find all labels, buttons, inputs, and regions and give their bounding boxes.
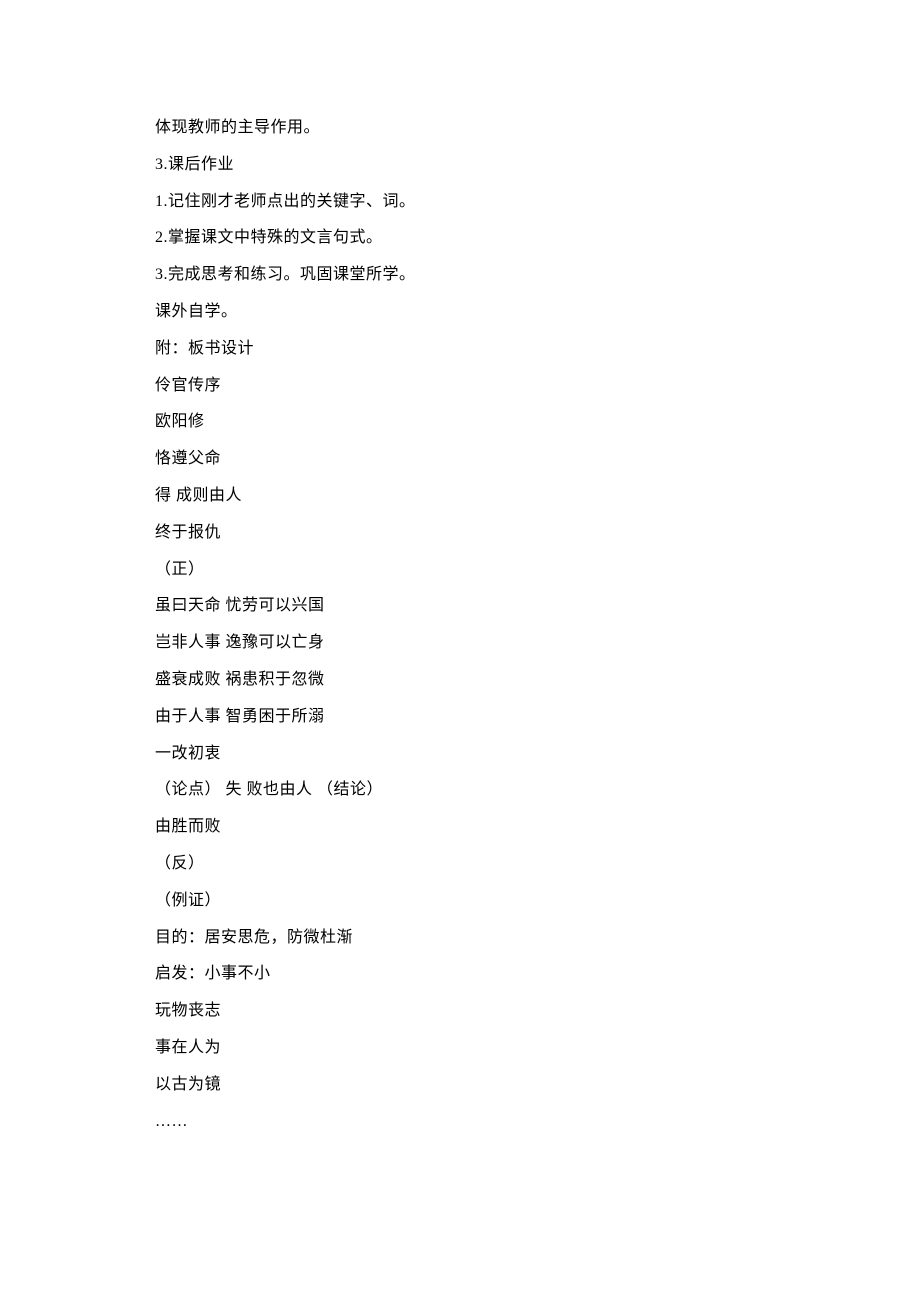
body-text: 目的：居安思危，防微杜渐 <box>155 920 775 957</box>
body-text: 岂非人事 逸豫可以亡身 <box>155 625 775 662</box>
body-text: （正） <box>155 552 775 589</box>
body-text: （反） <box>155 846 775 883</box>
body-text: 3.完成思考和练习。巩固课堂所学。 <box>155 257 775 294</box>
body-text: 欧阳修 <box>155 404 775 441</box>
body-text: 2.掌握课文中特殊的文言句式。 <box>155 220 775 257</box>
body-text: 终于报仇 <box>155 515 775 552</box>
body-text: 3.课后作业 <box>155 147 775 184</box>
body-text: 事在人为 <box>155 1030 775 1067</box>
body-text: 启发：小事不小 <box>155 956 775 993</box>
body-text: 1.记住刚才老师点出的关键字、词。 <box>155 184 775 221</box>
body-text: 课外自学。 <box>155 294 775 331</box>
body-text: 以古为镜 <box>155 1067 775 1104</box>
body-text: （例证） <box>155 883 775 920</box>
document-page: 体现教师的主导作用。 3.课后作业 1.记住刚才老师点出的关键字、词。 2.掌握… <box>0 0 775 1200</box>
body-text: 得 成则由人 <box>155 478 775 515</box>
body-text: 恪遵父命 <box>155 441 775 478</box>
body-text: 盛衰成败 祸患积于忽微 <box>155 662 775 699</box>
body-text: 伶官传序 <box>155 368 775 405</box>
body-text: 由胜而败 <box>155 809 775 846</box>
body-text: （论点） 失 败也由人 （结论） <box>155 772 775 809</box>
body-text: …… <box>155 1104 775 1141</box>
body-text: 虽曰天命 忧劳可以兴国 <box>155 588 775 625</box>
body-text: 玩物丧志 <box>155 993 775 1030</box>
body-text: 一改初衷 <box>155 736 775 773</box>
body-text: 体现教师的主导作用。 <box>155 110 775 147</box>
body-text: 由于人事 智勇困于所溺 <box>155 699 775 736</box>
body-text: 附：板书设计 <box>155 331 775 368</box>
